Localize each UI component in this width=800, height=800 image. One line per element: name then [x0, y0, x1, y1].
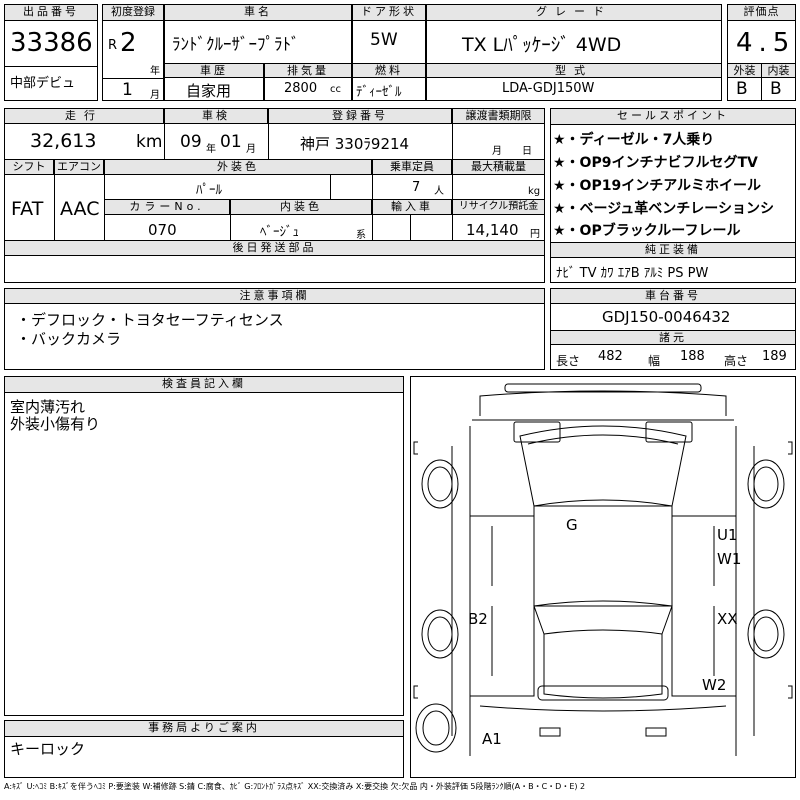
later-parts-label: 後日発送部品 [4, 240, 545, 256]
capacity-label: 乗車定員 [372, 159, 452, 175]
grade: TX Lﾊﾟｯｹｰｼﾞ 4WD [462, 34, 622, 56]
shift-label: シフト [4, 159, 54, 175]
inspection-year-unit: 年 [206, 144, 216, 155]
score-label: 評価点 [727, 4, 796, 21]
fuel-label: 燃料 [352, 63, 426, 78]
aircon-label: エアコン [54, 159, 104, 175]
inspector-label: 検査員記入欄 [4, 376, 404, 393]
car-outline-diagram [413, 383, 793, 756]
note-line: ・バックカメラ [16, 330, 122, 348]
mark-w2: W2 [702, 676, 727, 694]
exterior-score: B [736, 79, 748, 99]
height: 189 [762, 349, 787, 364]
first-reg-label: 初度登録 [102, 4, 164, 21]
max-load-label: 最大積載量 [452, 159, 545, 175]
registration-label: 登録番号 [268, 108, 452, 124]
color-no-label: カラーNo. [104, 199, 230, 215]
displacement-label: 排気量 [264, 63, 352, 78]
mark-xx: XX [717, 610, 738, 628]
length-label: 長さ [556, 354, 581, 368]
door-type: 5W [370, 30, 398, 50]
import-label: 輸入車 [372, 199, 452, 215]
max-load-unit: kg [528, 186, 541, 197]
first-reg-year: 2 [120, 28, 137, 58]
int-color-label: 内装色 [230, 199, 372, 215]
transfer-day-unit: 日 [522, 146, 532, 157]
recycle-label: リサイクル預託金 [452, 199, 545, 215]
recycle-unit: 円 [530, 229, 540, 240]
model-label: 型式 [426, 63, 722, 78]
width-label: 幅 [648, 354, 661, 368]
length: 482 [598, 349, 623, 364]
sales-point-item: ★・ベージュ革ベンチレーションシ [553, 201, 775, 217]
notes-label: 注意事項欄 [4, 288, 545, 304]
int-color: ﾍﾞｰｼﾞｭ [260, 225, 299, 240]
model: LDA-GDJ150W [502, 81, 595, 96]
transfer-label: 譲渡書類期限 [452, 108, 545, 124]
inspector-line: 外装小傷有り [10, 415, 101, 433]
capacity: 7 [412, 180, 421, 195]
office-text: キーロック [10, 740, 86, 758]
interior-label: 内装 [761, 63, 796, 78]
sales-point-item: ★・OPブラックルーフレール [553, 223, 741, 239]
mileage: 32,613 [30, 130, 97, 152]
mileage-label: 走行 [4, 108, 164, 124]
car-name: ﾗﾝﾄﾞｸﾙｰｻﾞｰﾌﾟﾗﾄﾞ [172, 35, 300, 55]
score: 4.5 [736, 28, 796, 58]
inspection-label: 車検 [164, 108, 268, 124]
lot-number: 33386 [10, 28, 93, 58]
era: R [108, 38, 118, 53]
office-label: 事務局よりご案内 [4, 720, 404, 737]
mark-u1: U1 [717, 526, 738, 544]
transfer-month-unit: 月 [492, 146, 502, 157]
month-unit: 月 [150, 90, 160, 101]
debut-label: 中部デビュ [10, 76, 76, 91]
grade-label: グレード [426, 4, 722, 21]
sales-points-label: セールスポイント [550, 108, 796, 125]
equipment: ﾅﾋﾞ TV ｶﾜ ｴｱB ｱﾙﾐ PS PW [556, 266, 709, 281]
mileage-unit: km [136, 132, 163, 152]
displacement: 2800 [284, 81, 318, 96]
registration-number: 神戸 330ﾗ9214 [300, 135, 410, 153]
recycle: 14,140 [466, 221, 519, 239]
inspection-year: 09 [180, 132, 202, 152]
sales-point-item: ★・ディーゼル・7人乗り [553, 132, 715, 148]
aircon: AAC [60, 198, 100, 220]
mark-w1: W1 [717, 550, 742, 568]
inspection-month-unit: 月 [246, 144, 256, 155]
note-line: ・デフロック・トヨタセーフティセンス [16, 311, 284, 329]
exterior-label: 外装 [727, 63, 762, 78]
height-label: 高さ [724, 354, 749, 368]
history: 自家用 [186, 82, 232, 100]
dims-label: 諸元 [550, 330, 796, 345]
sales-point-item: ★・OP9インチナビフルセグTV [553, 155, 758, 171]
width: 188 [680, 349, 705, 364]
history-label: 車歴 [164, 63, 264, 78]
shift: FAT [11, 198, 44, 220]
mark-b2: B2 [468, 610, 488, 628]
displacement-unit: cc [330, 84, 341, 95]
door-label: ドア形状 [352, 4, 426, 21]
legend: A:ｷｽﾞ U:ﾍｺﾐ B:ｷｽﾞを伴うﾍｺﾐ P:要塗装 W:補修跡 S:錆 … [4, 782, 586, 791]
mark-g: G [566, 516, 578, 534]
ext-color-label: 外装色 [104, 159, 372, 175]
chassis-label: 車台番号 [550, 288, 796, 304]
color-no: 070 [148, 221, 177, 239]
year-unit: 年 [150, 66, 160, 77]
first-reg-month: 1 [122, 80, 133, 100]
interior-score: B [770, 79, 782, 99]
equipment-label: 純正装備 [550, 242, 796, 258]
ext-color: ﾊﾟｰﾙ [196, 183, 222, 198]
fuel: ﾃﾞｨｰｾﾞﾙ [356, 85, 402, 100]
sales-point-item: ★・OP19インチアルミホイール [553, 178, 762, 194]
capacity-unit: 人 [434, 186, 444, 197]
mark-a1: A1 [482, 730, 502, 748]
int-color-suffix: 系 [356, 230, 366, 241]
car-name-label: 車名 [164, 4, 352, 21]
chassis-number: GDJ150-0046432 [602, 308, 731, 326]
inspection-month: 01 [220, 132, 242, 152]
lot-number-label: 出品番号 [4, 4, 98, 21]
